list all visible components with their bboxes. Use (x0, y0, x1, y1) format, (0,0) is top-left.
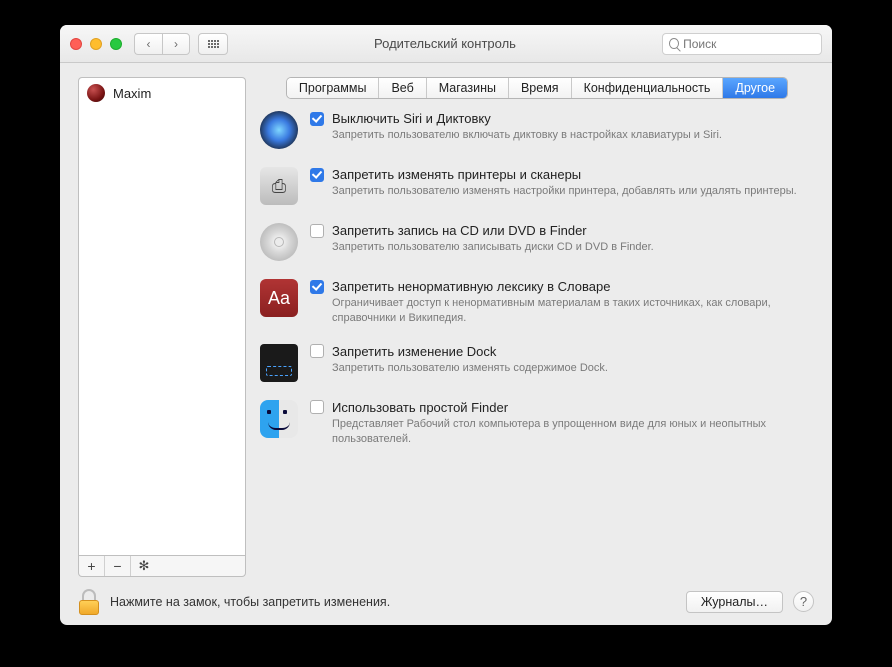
dock-icon (260, 344, 298, 382)
titlebar: ‹ › Родительский контроль (60, 25, 832, 63)
search-icon (669, 38, 679, 49)
option-desc: Запретить пользователю изменять содержим… (332, 361, 806, 376)
grid-icon (208, 40, 219, 48)
show-all-button[interactable] (198, 33, 228, 55)
main-panel: Программы Веб Магазины Время Конфиденциа… (260, 77, 814, 577)
forward-button[interactable]: › (162, 33, 190, 55)
help-button[interactable]: ? (793, 591, 814, 612)
options-list: Выключить Siri и Диктовку Запретить поль… (260, 111, 814, 577)
checkbox-finder[interactable] (310, 400, 324, 414)
minimize-icon[interactable] (90, 38, 102, 50)
tab-apps[interactable]: Программы (287, 78, 380, 98)
option-title: Использовать простой Finder (332, 400, 508, 415)
user-name: Maxim (113, 86, 151, 101)
window-title: Родительский контроль (236, 36, 654, 51)
option-desc: Запретить пользователю включать диктовку… (332, 128, 806, 143)
tabbar: Программы Веб Магазины Время Конфиденциа… (286, 77, 788, 99)
checkbox-dictionary[interactable] (310, 280, 324, 294)
tab-privacy[interactable]: Конфиденциальность (572, 78, 724, 98)
option-title: Выключить Siri и Диктовку (332, 111, 491, 126)
footer: Нажмите на замок, чтобы запретить измене… (60, 577, 832, 625)
search-input[interactable] (683, 37, 815, 51)
user-sidebar: Maxim + − ✻ (78, 77, 246, 577)
option-desc: Запретить пользователю записывать диски … (332, 240, 806, 255)
option-cd: Запретить запись на CD или DVD в Finder … (260, 223, 806, 261)
option-title: Запретить изменение Dock (332, 344, 496, 359)
tab-stores[interactable]: Магазины (427, 78, 509, 98)
checkbox-printers[interactable] (310, 168, 324, 182)
user-list[interactable]: Maxim (78, 77, 246, 555)
zoom-icon[interactable] (110, 38, 122, 50)
option-title: Запретить изменять принтеры и сканеры (332, 167, 581, 182)
cd-icon (260, 223, 298, 261)
lock-body-icon (79, 600, 99, 615)
siri-icon (260, 111, 298, 149)
tab-row: Программы Веб Магазины Время Конфиденциа… (260, 77, 814, 99)
preferences-window: ‹ › Родительский контроль Maxim (60, 25, 832, 625)
sidebar-controls: + − ✻ (78, 555, 246, 577)
content: Maxim + − ✻ Программы Веб Магазины Время… (60, 63, 832, 577)
option-title: Запретить ненормативную лексику в Словар… (332, 279, 610, 294)
dictionary-icon: Aa (260, 279, 298, 317)
checkbox-cd[interactable] (310, 224, 324, 238)
add-user-button[interactable]: + (79, 556, 105, 576)
lock-button[interactable] (78, 589, 100, 615)
tab-web[interactable]: Веб (379, 78, 426, 98)
option-desc: Ограничивает доступ к ненормативным мате… (332, 296, 806, 326)
checkbox-siri[interactable] (310, 112, 324, 126)
user-row[interactable]: Maxim (79, 78, 245, 108)
checkbox-dock[interactable] (310, 344, 324, 358)
search-field[interactable] (662, 33, 822, 55)
window-controls (70, 38, 122, 50)
option-finder: Использовать простой Finder Представляет… (260, 400, 806, 447)
avatar-icon (87, 84, 105, 102)
nav-back-forward: ‹ › (134, 33, 190, 55)
printer-icon: ⎙ (260, 167, 298, 205)
tab-other[interactable]: Другое (723, 78, 787, 98)
remove-user-button[interactable]: − (105, 556, 131, 576)
lock-hint: Нажмите на замок, чтобы запретить измене… (110, 595, 390, 609)
option-desc: Запретить пользователю изменять настройк… (332, 184, 806, 199)
option-desc: Представляет Рабочий стол компьютера в у… (332, 417, 806, 447)
user-options-button[interactable]: ✻ (131, 556, 157, 576)
tab-time[interactable]: Время (509, 78, 572, 98)
option-title: Запретить запись на CD или DVD в Finder (332, 223, 587, 238)
finder-icon (260, 400, 298, 438)
option-dock: Запретить изменение Dock Запретить польз… (260, 344, 806, 382)
back-button[interactable]: ‹ (134, 33, 162, 55)
option-printers: ⎙ Запретить изменять принтеры и сканеры … (260, 167, 806, 205)
close-icon[interactable] (70, 38, 82, 50)
logs-button[interactable]: Журналы… (686, 591, 783, 613)
option-siri: Выключить Siri и Диктовку Запретить поль… (260, 111, 806, 149)
option-dictionary: Aa Запретить ненормативную лексику в Сло… (260, 279, 806, 326)
